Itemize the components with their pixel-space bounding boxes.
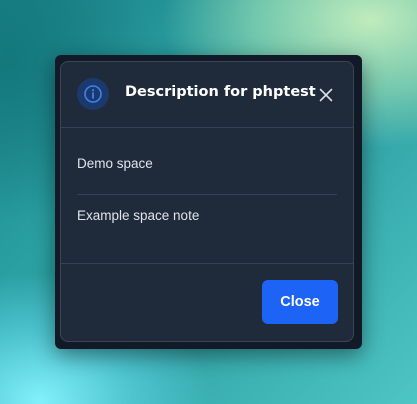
dialog-body: [61, 128, 353, 264]
dialog-header: Description for phptest: [61, 62, 353, 128]
dialog-title: Description for phptest: [125, 84, 316, 100]
description-dialog: Description for phptest Demo space Examp…: [60, 61, 354, 342]
description-item: Example space note: [77, 208, 200, 223]
close-button[interactable]: Close: [262, 280, 338, 324]
info-icon: [77, 78, 109, 110]
description-item: Demo space: [77, 156, 153, 171]
item-divider: [77, 194, 337, 195]
close-icon[interactable]: [319, 87, 333, 102]
